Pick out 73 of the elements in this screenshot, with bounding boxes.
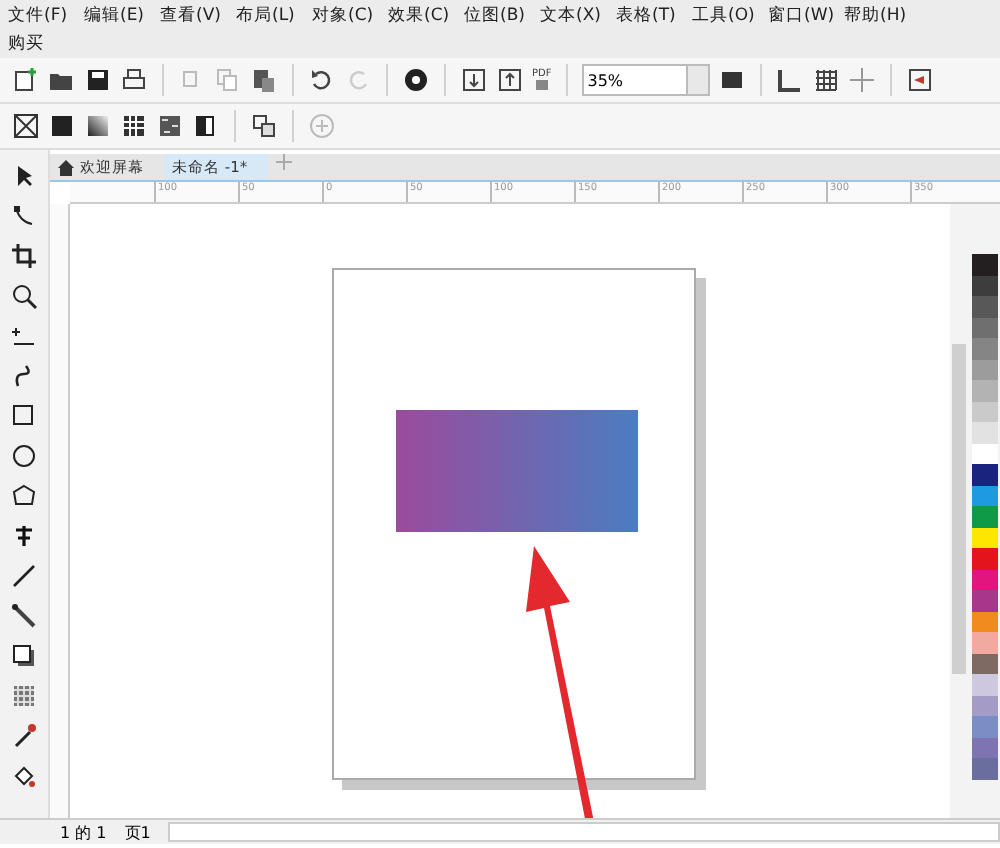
save-icon[interactable] (84, 66, 112, 94)
page-tab[interactable]: 页1 (118, 821, 157, 843)
menu-item[interactable]: 文件(F) (8, 2, 84, 30)
horizontal-scrollbar[interactable] (168, 822, 1000, 842)
menu-item[interactable]: 对象(C) (312, 2, 388, 30)
import-icon[interactable] (460, 66, 488, 94)
color-swatch[interactable] (971, 632, 997, 653)
color-swatch[interactable] (971, 443, 997, 464)
freehand-icon[interactable] (10, 322, 38, 350)
new-document-icon[interactable] (12, 66, 40, 94)
color-swatch[interactable] (971, 464, 997, 485)
color-swatch[interactable] (971, 569, 997, 590)
menu-item[interactable]: 帮助(H) (844, 2, 920, 30)
paste-icon[interactable] (250, 66, 278, 94)
menu-item[interactable]: 布局(L) (236, 2, 312, 30)
color-swatch[interactable] (971, 527, 997, 548)
color-swatch[interactable] (971, 380, 997, 401)
copy-fill-icon[interactable] (250, 112, 278, 140)
color-swatch[interactable] (971, 275, 997, 296)
page-counter: 1 的 1 (60, 821, 107, 843)
color-swatch[interactable] (971, 296, 997, 317)
home-icon (58, 159, 74, 175)
menu-item[interactable]: 查看(V) (160, 2, 236, 30)
color-swatch[interactable] (971, 758, 997, 779)
pattern-fill-icon[interactable] (120, 112, 148, 140)
polygon-tool-icon[interactable] (10, 482, 38, 510)
color-swatch[interactable] (971, 254, 997, 275)
color-swatch[interactable] (971, 590, 997, 611)
ellipse-tool-icon[interactable] (10, 442, 38, 470)
transparency-icon[interactable] (10, 682, 38, 710)
grid-icon[interactable] (811, 66, 840, 94)
color-swatch[interactable] (971, 674, 997, 695)
menu-item[interactable]: 表格(T) (616, 2, 692, 30)
export-icon[interactable] (496, 66, 524, 94)
no-fill-icon[interactable] (12, 112, 40, 140)
menu-item[interactable]: 购买 (8, 30, 84, 58)
print-icon[interactable] (120, 66, 148, 94)
gradient-fill-icon[interactable] (84, 112, 112, 140)
color-swatch[interactable] (971, 338, 997, 359)
color-swatch[interactable] (971, 737, 997, 758)
text-tool-icon[interactable] (10, 522, 38, 550)
color-swatch[interactable] (971, 611, 997, 632)
menu-item[interactable]: 效果(C) (388, 2, 464, 30)
color-swatch[interactable] (971, 485, 997, 506)
undo-icon[interactable] (308, 66, 336, 94)
color-swatch[interactable] (971, 401, 997, 422)
menu-item[interactable]: 编辑(E) (84, 2, 160, 30)
color-swatch[interactable] (971, 695, 997, 716)
zoom-field[interactable]: 35% (581, 64, 710, 96)
eyedropper-icon[interactable] (10, 722, 38, 750)
zoom-icon[interactable] (10, 282, 38, 310)
menu-item[interactable]: 工具(O) (692, 2, 768, 30)
shadow-tool-icon[interactable] (10, 642, 38, 670)
color-swatch[interactable] (971, 359, 997, 380)
rectangle-tool-icon[interactable] (10, 402, 38, 430)
texture-fill-icon[interactable] (156, 112, 184, 140)
line-tool-icon[interactable] (10, 562, 38, 590)
color-swatch[interactable] (971, 716, 997, 737)
menu-item[interactable]: 位图(B) (464, 2, 540, 30)
shape-tool-icon[interactable] (10, 202, 38, 230)
connector-icon[interactable] (10, 602, 38, 630)
uniform-fill-icon[interactable] (48, 112, 76, 140)
menu-item[interactable]: 窗口(W) (768, 2, 844, 30)
fill-tool-icon[interactable] (10, 762, 38, 790)
color-swatch[interactable] (971, 506, 997, 527)
color-swatch[interactable] (971, 317, 997, 338)
color-swatch[interactable] (971, 548, 997, 569)
ruler-icon[interactable] (775, 66, 804, 94)
crop-icon[interactable] (10, 242, 38, 270)
menu-item[interactable]: 文本(X) (540, 2, 616, 30)
color-swatch[interactable] (971, 653, 997, 674)
color-swatch[interactable] (971, 422, 997, 443)
vertical-scrollbar[interactable] (950, 204, 968, 818)
